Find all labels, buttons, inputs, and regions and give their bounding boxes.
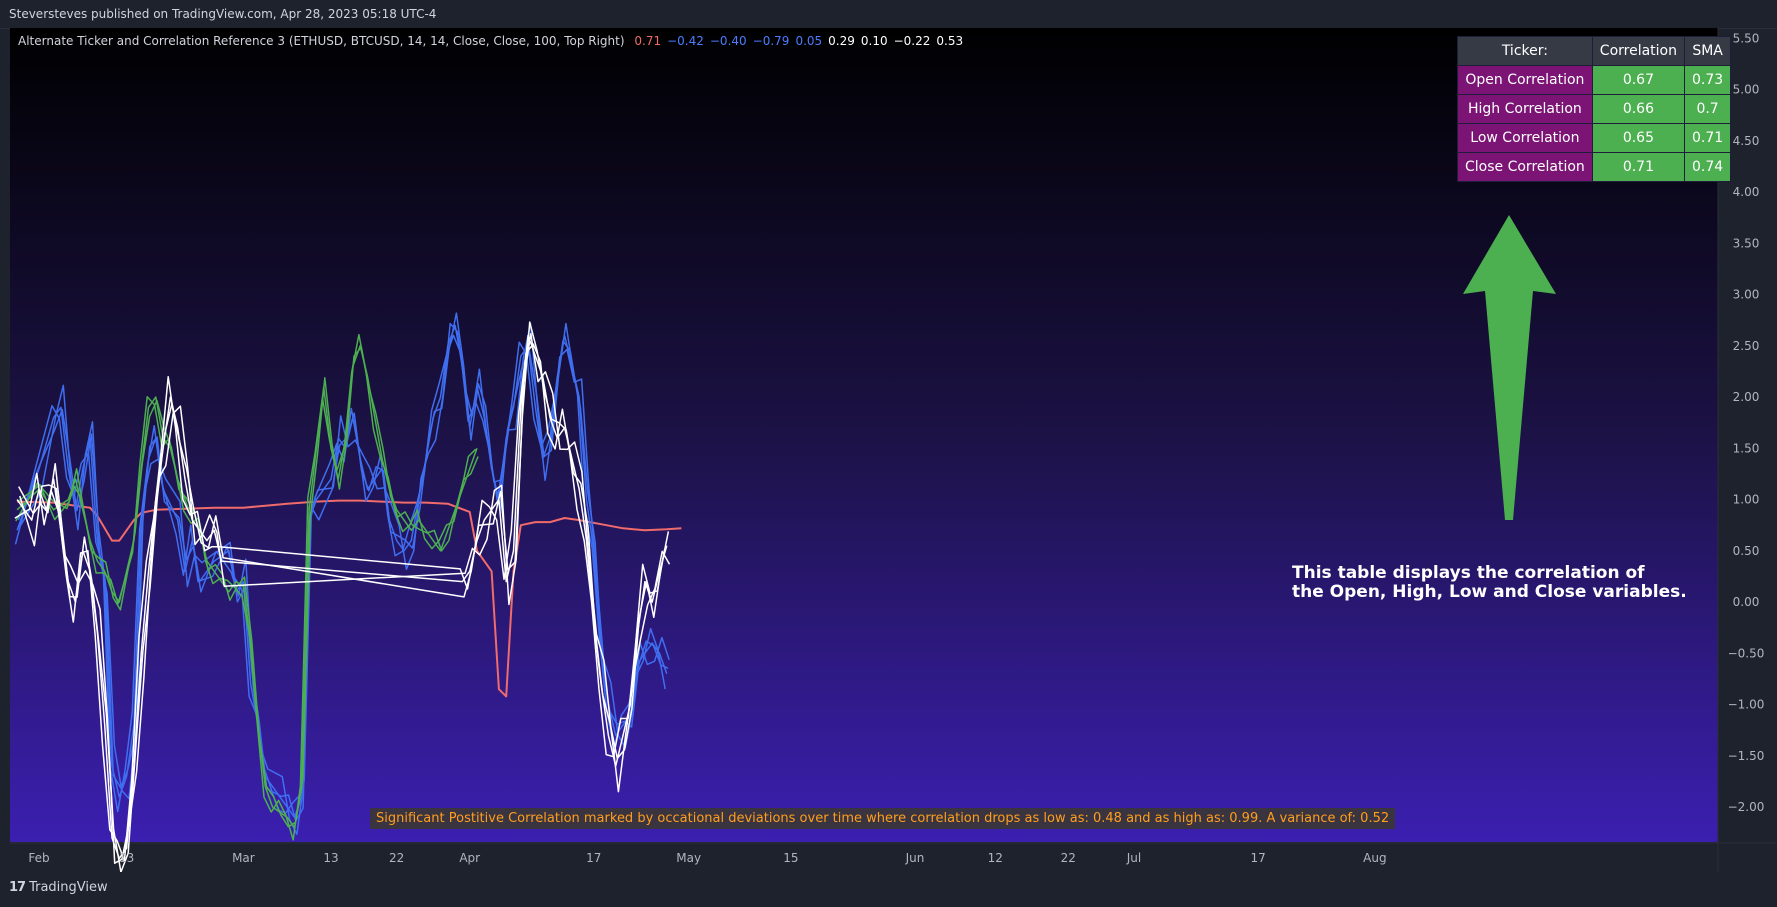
x-tick-label: Apr bbox=[459, 851, 480, 865]
indicator-value: −0.42 bbox=[667, 34, 704, 48]
x-tick-label: 15 bbox=[783, 851, 798, 865]
x-tick-label: 22 bbox=[389, 851, 404, 865]
indicator-value: −0.22 bbox=[893, 34, 931, 48]
table-row: Low Correlation 0.65 0.71 bbox=[1457, 123, 1732, 153]
x-tick-label: Aug bbox=[1363, 851, 1386, 865]
time-axis: Feb 13 Mar 13 22 Apr 17 May 15 Jun 12 22 Jul 17 Aug bbox=[28, 851, 1386, 865]
indicator-value: 0.05 bbox=[795, 34, 823, 48]
sma-value: 0.74 bbox=[1683, 152, 1732, 182]
x-tick-label: May bbox=[676, 851, 701, 865]
x-tick-label: 17 bbox=[586, 851, 601, 865]
x-tick-label: Mar bbox=[232, 851, 255, 865]
indicator-value: 0.71 bbox=[634, 34, 662, 48]
table-row: Close Correlation 0.71 0.74 bbox=[1457, 152, 1732, 182]
x-tick-label: Jun bbox=[905, 851, 925, 865]
y-tick-label: 2.50 bbox=[1733, 339, 1760, 353]
x-tick-label: Feb bbox=[28, 851, 49, 865]
table-header-row: Ticker: Correlation SMA bbox=[1457, 36, 1732, 66]
y-tick-label: 5.00 bbox=[1733, 83, 1760, 97]
correlation-value: 0.66 bbox=[1591, 94, 1686, 124]
indicator-value: 0.53 bbox=[936, 34, 964, 48]
indicator-value: 0.29 bbox=[828, 34, 855, 48]
x-tick-label: 13 bbox=[119, 851, 134, 865]
col-header-ticker: Ticker: bbox=[1457, 36, 1593, 66]
y-tick-label: 3.00 bbox=[1733, 288, 1760, 302]
tradingview-logo-icon: 17 bbox=[9, 880, 26, 895]
footer-bar bbox=[0, 872, 1777, 907]
annotation-line-1: This table displays the correlation of bbox=[1292, 563, 1645, 583]
row-label: Open Correlation bbox=[1457, 65, 1593, 95]
tradingview-logo[interactable]: 17 TradingView bbox=[9, 880, 108, 895]
tradingview-snapshot: Steversteves published on TradingView.co… bbox=[0, 0, 1777, 907]
sma-value: 0.73 bbox=[1683, 65, 1732, 95]
table-row: High Correlation 0.66 0.7 bbox=[1457, 94, 1732, 124]
y-tick-label: 1.00 bbox=[1733, 493, 1760, 507]
y-tick-label: −2.00 bbox=[1728, 800, 1765, 814]
y-tick-label: 0.50 bbox=[1733, 544, 1760, 558]
correlation-summary-label: Significant Postitive Correlation marked… bbox=[370, 808, 1396, 829]
correlation-value: 0.71 bbox=[1591, 152, 1686, 182]
y-tick-label: 5.50 bbox=[1733, 31, 1760, 45]
x-tick-label: 17 bbox=[1250, 851, 1265, 865]
x-tick-label: 13 bbox=[323, 851, 338, 865]
annotation-text: This table displays the correlation of t… bbox=[1292, 564, 1687, 602]
col-header-correlation: Correlation bbox=[1591, 36, 1686, 66]
y-tick-label: −1.00 bbox=[1728, 698, 1765, 712]
table-row: Open Correlation 0.67 0.73 bbox=[1457, 65, 1732, 95]
annotation-line-2: the Open, High, Low and Close variables. bbox=[1292, 582, 1687, 602]
indicator-value: 0.10 bbox=[860, 34, 888, 48]
correlation-value: 0.67 bbox=[1591, 65, 1686, 95]
indicator-value: −0.40 bbox=[709, 34, 747, 48]
y-tick-label: 4.50 bbox=[1733, 134, 1760, 148]
sma-value: 0.7 bbox=[1683, 94, 1732, 124]
sma-value: 0.71 bbox=[1683, 123, 1732, 153]
price-axis: 5.50 5.00 4.50 4.00 3.50 3.00 2.50 2.00 1.50 1.00… bbox=[1728, 31, 1765, 814]
tradingview-brand: TradingView bbox=[29, 880, 108, 895]
indicator-title: Alternate Ticker and Correlation Referen… bbox=[18, 34, 625, 48]
x-tick-label: 22 bbox=[1061, 851, 1076, 865]
x-tick-label: 12 bbox=[988, 851, 1003, 865]
indicator-values: 0.71 −0.42 −0.40 −0.79 0.05 0.29 0.10 −0.22 0.53 bbox=[628, 34, 963, 48]
row-label: Low Correlation bbox=[1457, 123, 1593, 153]
y-tick-label: −0.50 bbox=[1728, 646, 1765, 660]
y-tick-label: 0.00 bbox=[1733, 595, 1760, 609]
y-tick-label: 4.00 bbox=[1733, 185, 1760, 199]
indicator-legend[interactable]: Alternate Ticker and Correlation Referen… bbox=[18, 34, 963, 48]
y-tick-label: 1.50 bbox=[1733, 441, 1760, 455]
y-tick-label: 3.50 bbox=[1733, 236, 1760, 250]
row-label: High Correlation bbox=[1457, 94, 1593, 124]
correlation-value: 0.65 bbox=[1591, 123, 1686, 153]
correlation-table: Ticker: Correlation SMA Open Correlation… bbox=[1457, 36, 1732, 182]
col-header-sma: SMA bbox=[1683, 36, 1732, 66]
y-tick-label: 2.00 bbox=[1733, 390, 1760, 404]
y-tick-label: −1.50 bbox=[1728, 749, 1765, 763]
row-label: Close Correlation bbox=[1457, 152, 1593, 182]
x-tick-label: Jul bbox=[1126, 851, 1141, 865]
indicator-value: −0.79 bbox=[752, 34, 790, 48]
